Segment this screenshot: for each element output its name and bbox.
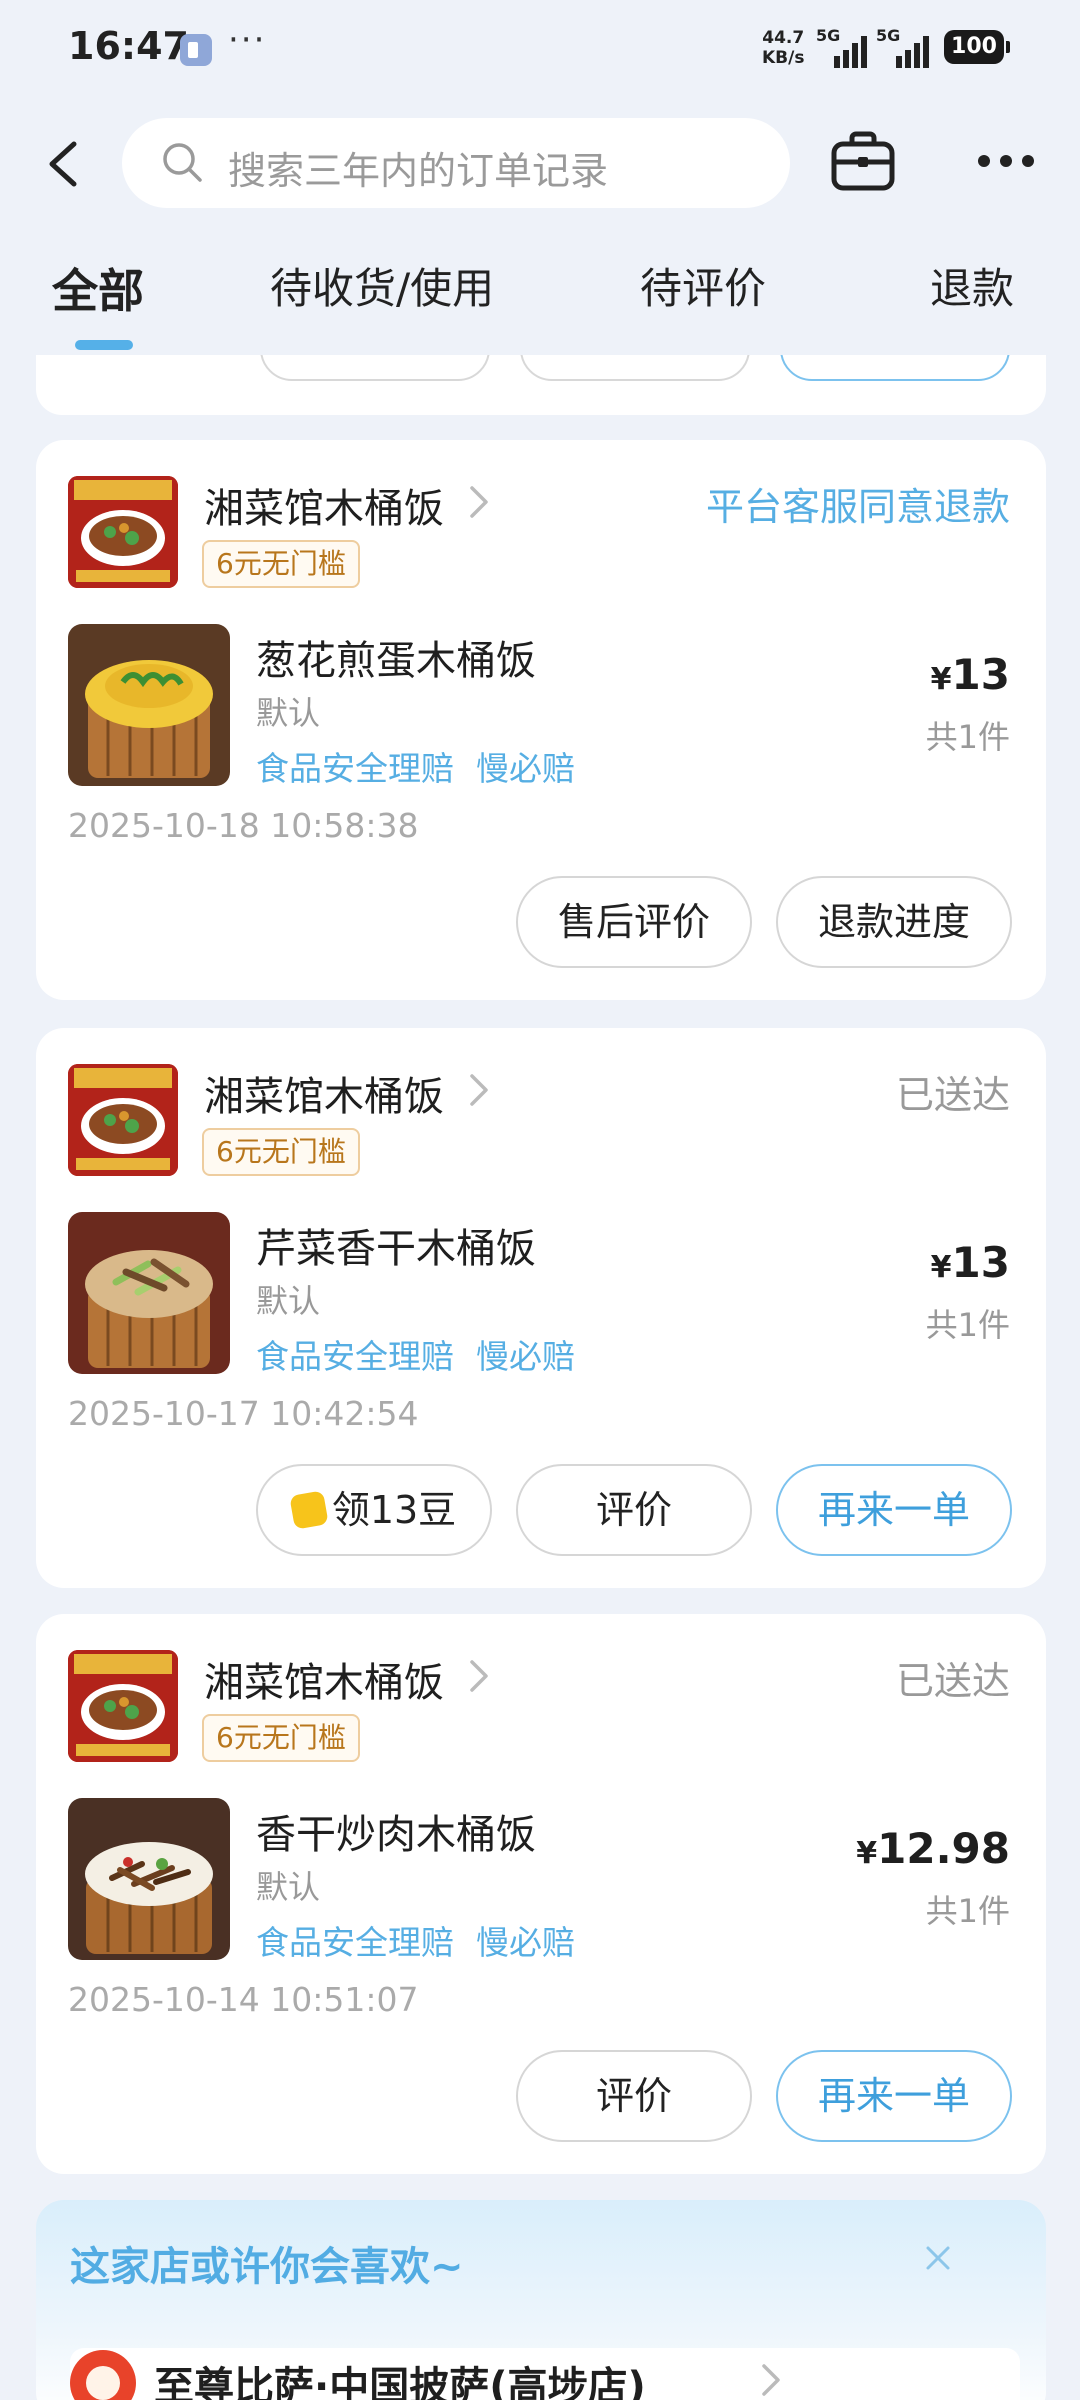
- service-tag: 食品安全理赔: [256, 1337, 454, 1376]
- claim-beans-button[interactable]: 领13豆: [256, 1464, 492, 1556]
- currency: ¥: [930, 1250, 952, 1285]
- tab-pending-review[interactable]: 待评价: [640, 255, 766, 316]
- food-spec: 默认: [256, 1868, 321, 1906]
- service-tags: 食品安全理赔 慢必赔: [256, 1330, 597, 1378]
- service-tag: 食品安全理赔: [256, 749, 454, 788]
- signal-sim2-icon: 5G: [876, 26, 936, 68]
- service-tag: 慢必赔: [476, 1923, 575, 1962]
- bean-icon: [289, 1490, 329, 1530]
- recommended-shop-name: 至尊比萨·中国披萨(高埗店): [154, 2364, 646, 2400]
- close-icon[interactable]: [924, 2244, 952, 2272]
- network-speed-unit: KB/s: [762, 48, 805, 68]
- order-time: 2025-10-14 10:51:07: [68, 1980, 419, 2019]
- recommendation-title: 这家店或许你会喜欢~: [70, 2244, 464, 2290]
- service-tag: 慢必赔: [476, 1337, 575, 1376]
- status-bar: 16:47 ··· 44.7 KB/s 5G 5G 100: [0, 0, 1080, 100]
- shop-logo[interactable]: [68, 476, 178, 588]
- price: ¥13: [931, 1238, 1010, 1287]
- app-notification-icon: [180, 34, 212, 66]
- shop-logo[interactable]: [68, 1064, 178, 1176]
- status-time: 16:47: [68, 24, 189, 68]
- item-count: 共1件: [925, 1306, 1010, 1344]
- order-status: 平台客服同意退款: [705, 485, 1010, 529]
- service-tag: 慢必赔: [476, 749, 575, 788]
- service-tags: 食品安全理赔 慢必赔: [256, 742, 597, 790]
- recommendation-panel: 这家店或许你会喜欢~ 至尊比萨·中国披萨(高埗店): [36, 2200, 1046, 2400]
- food-image[interactable]: [68, 624, 230, 786]
- tab-active-indicator: [75, 340, 133, 350]
- price: ¥12.98: [856, 1824, 1010, 1873]
- battery-icon: 100: [944, 30, 1010, 64]
- chevron-right-icon[interactable]: [468, 484, 490, 520]
- more-options-icon[interactable]: [978, 150, 1034, 174]
- tab-all[interactable]: 全部: [52, 255, 144, 321]
- claim-beans-label: 领13豆: [331, 1488, 457, 1532]
- food-image[interactable]: [68, 1212, 230, 1374]
- price: ¥13: [931, 650, 1010, 699]
- shop-name[interactable]: 湘菜馆木桶饭: [204, 476, 444, 534]
- food-name: 芹菜香干木桶饭: [256, 1226, 536, 1272]
- item-count: 共1件: [925, 1892, 1010, 1930]
- search-placeholder: 搜索三年内的订单记录: [228, 149, 609, 193]
- shop-name[interactable]: 湘菜馆木桶饭: [204, 1650, 444, 1708]
- order-time: 2025-10-17 10:42:54: [68, 1394, 419, 1433]
- order-card[interactable]: 湘菜馆木桶饭 6元无门槛 已送达 芹菜香干木桶饭 默认 食品安全理赔 慢必赔 ¥1…: [36, 1028, 1046, 1588]
- recommended-shop-logo: [70, 2350, 136, 2400]
- order-time: 2025-10-18 10:58:38: [68, 806, 419, 845]
- service-tags: 食品安全理赔 慢必赔: [256, 1916, 597, 1964]
- food-name: 葱花煎蛋木桶饭: [256, 638, 536, 684]
- network-speed: 44.7 KB/s: [762, 28, 804, 68]
- reorder-button[interactable]: 再来一单: [776, 2050, 1012, 2142]
- service-tag: 食品安全理赔: [256, 1923, 454, 1962]
- more-notifications-icon: ···: [228, 20, 267, 60]
- review-button[interactable]: 评价: [516, 2050, 752, 2142]
- shop-logo[interactable]: [68, 1650, 178, 1762]
- order-status: 已送达: [895, 1073, 1010, 1117]
- coupon-tag: 6元无门槛: [202, 540, 360, 588]
- back-arrow-icon[interactable]: [44, 140, 84, 188]
- price-amount: 13: [951, 1238, 1010, 1287]
- chevron-right-icon[interactable]: [468, 1072, 490, 1108]
- order-tabs: 全部 待收货/使用 待评价 退款: [0, 255, 1080, 365]
- network-speed-value: 44.7: [762, 28, 805, 48]
- chevron-right-icon: [762, 2364, 780, 2396]
- currency: ¥: [930, 662, 952, 697]
- food-name: 香干炒肉木桶饭: [256, 1812, 536, 1858]
- coupon-tag: 6元无门槛: [202, 1714, 360, 1762]
- after-sale-review-button[interactable]: 售后评价: [516, 876, 752, 968]
- currency: ¥: [856, 1836, 878, 1871]
- food-spec: 默认: [256, 694, 321, 732]
- refund-progress-button[interactable]: 退款进度: [776, 876, 1012, 968]
- recommended-shop[interactable]: 至尊比萨·中国披萨(高埗店): [70, 2348, 1020, 2400]
- chevron-right-icon[interactable]: [468, 1658, 490, 1694]
- order-card[interactable]: 湘菜馆木桶饭 6元无门槛 平台客服同意退款 葱花煎蛋木桶饭 默认 食品安全理赔慢…: [36, 440, 1046, 1000]
- food-image[interactable]: [68, 1798, 230, 1960]
- reorder-button[interactable]: 再来一单: [776, 1464, 1012, 1556]
- tab-refund[interactable]: 退款: [930, 255, 1014, 316]
- order-card[interactable]: 湘菜馆木桶饭 6元无门槛 已送达 香干炒肉木桶饭 默认 食品安全理赔 慢必赔 ¥1…: [36, 1614, 1046, 2174]
- search-icon: [163, 143, 202, 182]
- signal-sim1-icon: 5G: [816, 26, 872, 68]
- coupon-tag: 6元无门槛: [202, 1128, 360, 1176]
- food-spec: 默认: [256, 1282, 321, 1320]
- briefcase-icon[interactable]: [830, 130, 896, 192]
- review-button[interactable]: 评价: [516, 1464, 752, 1556]
- price-amount: 13: [951, 650, 1010, 699]
- order-card-previous: [36, 355, 1046, 415]
- shop-name[interactable]: 湘菜馆木桶饭: [204, 1064, 444, 1122]
- tab-pending-receipt[interactable]: 待收货/使用: [270, 255, 494, 316]
- order-status: 已送达: [895, 1659, 1010, 1703]
- price-amount: 12.98: [877, 1824, 1010, 1873]
- search-input[interactable]: 搜索三年内的订单记录: [122, 118, 790, 208]
- item-count: 共1件: [925, 718, 1010, 756]
